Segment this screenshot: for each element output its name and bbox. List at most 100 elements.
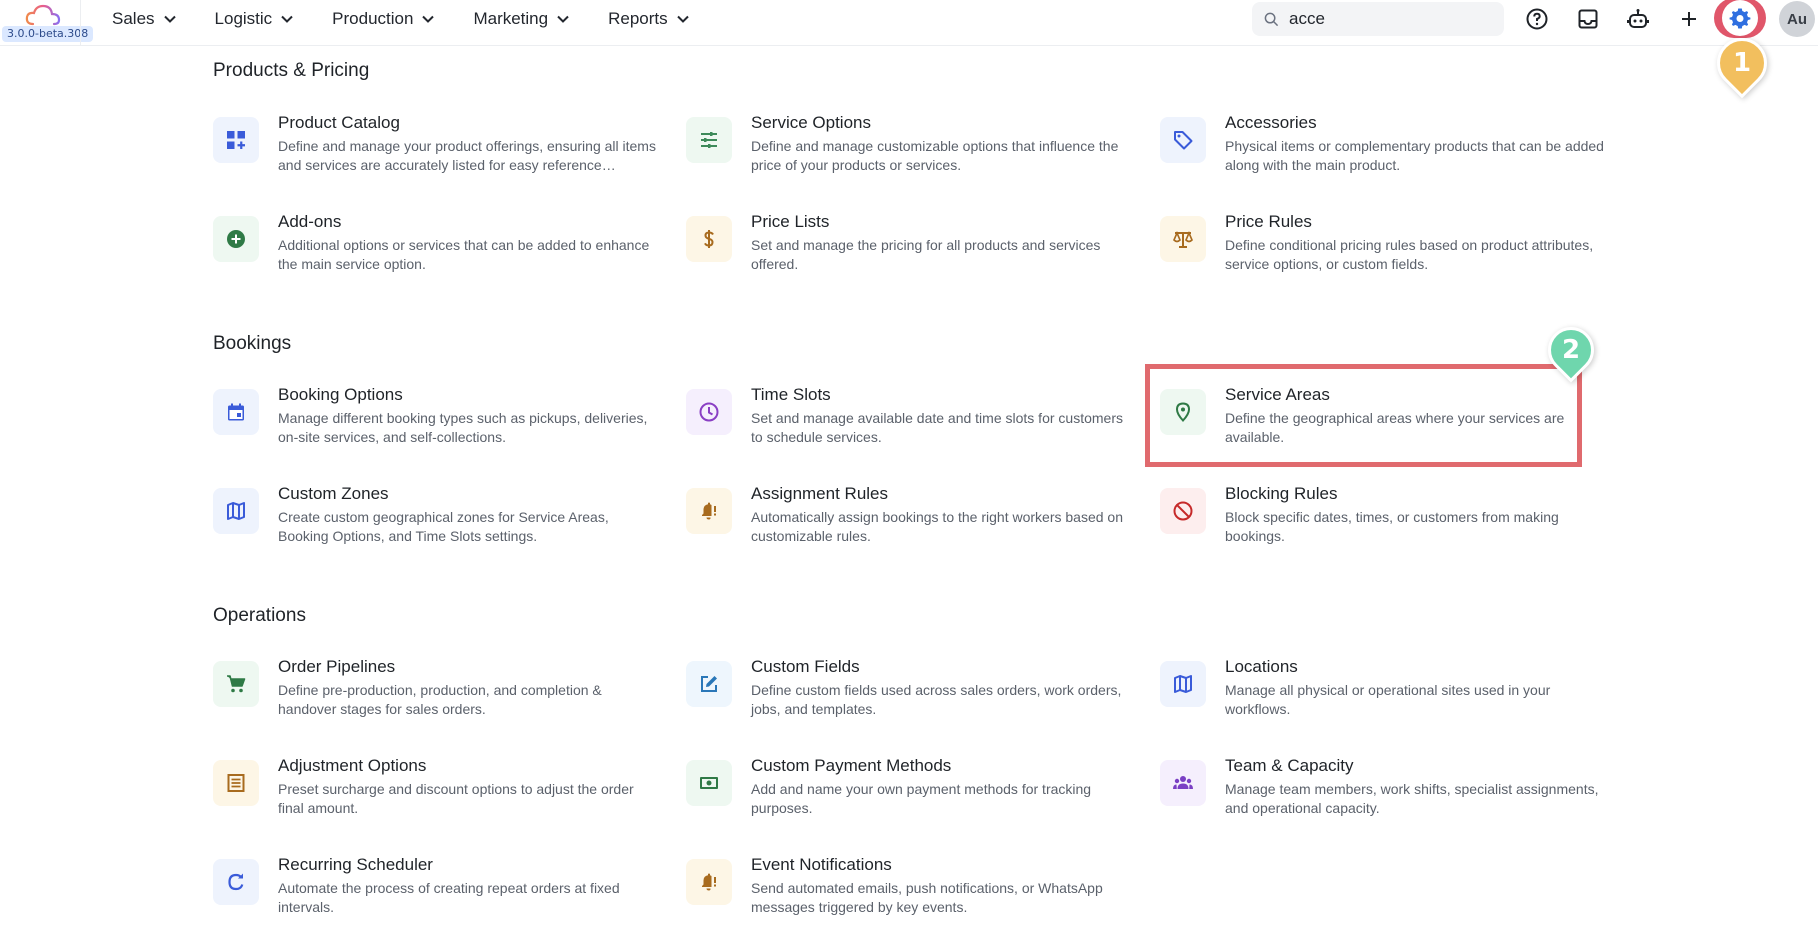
card-booking-options[interactable]: Booking Options Manage different booking… bbox=[213, 385, 653, 465]
block-icon bbox=[1173, 501, 1193, 521]
card-price-rules[interactable]: Price Rules Define conditional pricing r… bbox=[1160, 212, 1600, 292]
robot-icon bbox=[1627, 9, 1649, 28]
card-description: Define pre-production, production, and c… bbox=[278, 682, 602, 717]
card-product-catalog[interactable]: Product Catalog Define and manage your p… bbox=[213, 113, 656, 193]
icon-box bbox=[1160, 488, 1206, 534]
step-marker-label: 2 bbox=[1561, 335, 1581, 365]
icon-box bbox=[686, 661, 732, 707]
sliders-icon bbox=[701, 132, 717, 148]
help-button[interactable] bbox=[1522, 4, 1552, 34]
card-service-areas[interactable]: Service Areas Define the geographical ar… bbox=[1160, 385, 1600, 465]
scale-icon bbox=[1173, 230, 1193, 248]
icon-box bbox=[1160, 389, 1206, 435]
nav-marketing[interactable]: Marketing bbox=[473, 9, 570, 29]
icon-box bbox=[686, 488, 732, 534]
card-locations[interactable]: Locations Manage all physical or operati… bbox=[1160, 657, 1600, 737]
card-description: Define conditional pricing rules based o… bbox=[1225, 237, 1594, 272]
settings-button[interactable] bbox=[1714, 0, 1766, 38]
edit-square-icon bbox=[701, 676, 717, 692]
icon-box bbox=[213, 488, 259, 534]
refresh-icon bbox=[228, 873, 244, 891]
chevron-down-icon bbox=[281, 15, 293, 23]
search-box[interactable] bbox=[1252, 2, 1504, 36]
card-description: Define the geographical areas where your… bbox=[1225, 410, 1565, 445]
chevron-down-icon bbox=[422, 15, 435, 23]
map-icon bbox=[1174, 675, 1192, 693]
receipt-icon bbox=[227, 774, 245, 792]
top-bar: 3.0.0-beta.308 Sales Logistic Production… bbox=[0, 0, 1818, 46]
card-blocking-rules[interactable]: Blocking Rules Block specific dates, tim… bbox=[1160, 484, 1600, 564]
card-order-pipelines[interactable]: Order Pipelines Define pre-production, p… bbox=[213, 657, 653, 737]
card-title: Locations bbox=[1225, 657, 1298, 676]
nav-label: Sales bbox=[112, 9, 155, 28]
nav-sales[interactable]: Sales bbox=[112, 9, 177, 29]
card-title: Team & Capacity bbox=[1225, 756, 1354, 775]
plus-circle-icon bbox=[227, 230, 245, 248]
inbox-button[interactable] bbox=[1573, 4, 1603, 34]
card-description: Automate the process of creating repeat … bbox=[278, 880, 620, 915]
card-custom-zones[interactable]: Custom Zones Create custom geographical … bbox=[213, 484, 653, 564]
tag-icon bbox=[1174, 131, 1193, 150]
group-icon bbox=[1173, 776, 1193, 789]
card-description: Manage different booking types such as p… bbox=[278, 410, 648, 445]
dashboard-add-icon bbox=[227, 131, 245, 149]
settings-button-inner bbox=[1722, 0, 1758, 36]
icon-box bbox=[213, 389, 259, 435]
card-description: Send automated emails, push notification… bbox=[751, 880, 1103, 915]
search-icon bbox=[1264, 12, 1279, 26]
divider bbox=[80, 0, 81, 46]
nav-production[interactable]: Production bbox=[332, 9, 435, 29]
step-marker-label: 1 bbox=[1732, 48, 1752, 78]
card-custom-fields[interactable]: Custom Fields Define custom fields used … bbox=[686, 657, 1126, 737]
search-input[interactable] bbox=[1289, 9, 1479, 29]
nav-label: Logistic bbox=[214, 9, 273, 28]
section-title-operations: Operations bbox=[213, 605, 306, 626]
card-title: Price Rules bbox=[1225, 212, 1312, 231]
card-custom-payment-methods[interactable]: Custom Payment Methods Add and name your… bbox=[686, 756, 1126, 836]
section-title-products-pricing: Products & Pricing bbox=[213, 60, 370, 81]
help-icon bbox=[1526, 8, 1548, 30]
map-icon bbox=[227, 502, 245, 520]
card-description: Block specific dates, times, or customer… bbox=[1225, 509, 1559, 544]
card-title: Accessories bbox=[1225, 113, 1317, 132]
icon-box bbox=[686, 760, 732, 806]
card-description: Define and manage your product offerings… bbox=[278, 138, 656, 173]
gear-icon bbox=[1729, 8, 1751, 29]
card-description: Physical items or complementary products… bbox=[1225, 138, 1604, 173]
card-title: Time Slots bbox=[751, 385, 831, 404]
card-event-notifications[interactable]: Event Notifications Send automated email… bbox=[686, 855, 1126, 935]
card-description: Add and name your own payment methods fo… bbox=[751, 781, 1092, 816]
card-description: Define and manage customizable options t… bbox=[751, 138, 1119, 173]
assistant-button[interactable] bbox=[1623, 4, 1653, 34]
nav-reports[interactable]: Reports bbox=[608, 9, 690, 29]
card-service-options[interactable]: Service Options Define and manage custom… bbox=[686, 113, 1126, 193]
card-adjustment-options[interactable]: Adjustment Options Preset surcharge and … bbox=[213, 756, 653, 836]
card-description: Define custom fields used across sales o… bbox=[751, 682, 1122, 717]
card-add-ons[interactable]: Add-ons Additional options or services t… bbox=[213, 212, 653, 292]
app-logo-icon[interactable] bbox=[24, 4, 62, 28]
card-title: Order Pipelines bbox=[278, 657, 396, 676]
inbox-icon bbox=[1578, 9, 1598, 29]
main-nav: Sales Logistic Production Marketing Repo… bbox=[112, 0, 728, 38]
card-title: Service Options bbox=[751, 113, 871, 132]
nav-logistic[interactable]: Logistic bbox=[215, 9, 295, 29]
card-team-capacity[interactable]: Team & Capacity Manage team members, wor… bbox=[1160, 756, 1600, 836]
icon-box bbox=[1160, 117, 1206, 163]
card-recurring-scheduler[interactable]: Recurring Scheduler Automate the process… bbox=[213, 855, 653, 935]
avatar[interactable]: Au bbox=[1779, 1, 1815, 37]
card-time-slots[interactable]: Time Slots Set and manage available date… bbox=[686, 385, 1126, 465]
card-title: Adjustment Options bbox=[278, 756, 427, 775]
icon-box bbox=[213, 859, 259, 905]
icon-box bbox=[213, 216, 259, 262]
card-accessories[interactable]: Accessories Physical items or complement… bbox=[1160, 113, 1604, 193]
bell-alert-icon bbox=[702, 873, 716, 891]
card-title: Blocking Rules bbox=[1225, 484, 1338, 503]
location-pin-icon bbox=[1175, 402, 1191, 422]
card-description: Manage all physical or operational sites… bbox=[1225, 682, 1551, 717]
card-title: Booking Options bbox=[278, 385, 403, 404]
icon-box bbox=[213, 117, 259, 163]
card-price-lists[interactable]: Price Lists Set and manage the pricing f… bbox=[686, 212, 1126, 292]
card-title: Service Areas bbox=[1225, 385, 1330, 404]
add-button[interactable] bbox=[1674, 4, 1704, 34]
card-assignment-rules[interactable]: Assignment Rules Automatically assign bo… bbox=[686, 484, 1126, 564]
